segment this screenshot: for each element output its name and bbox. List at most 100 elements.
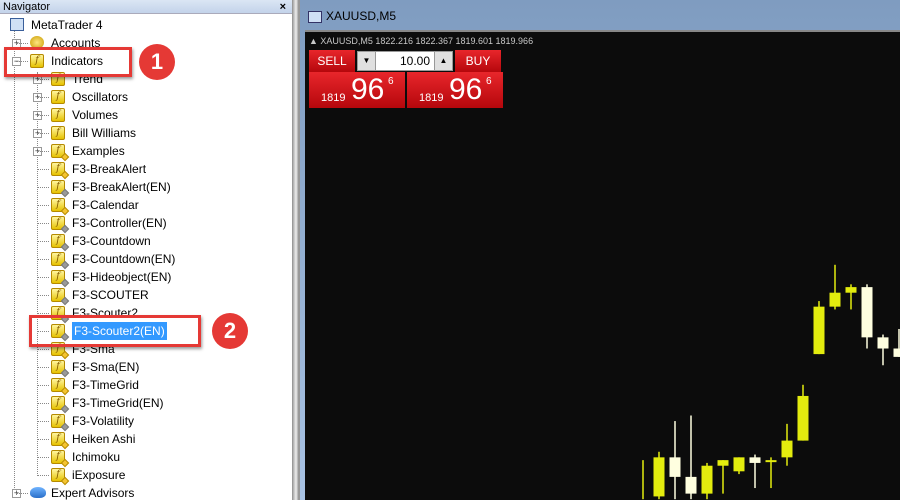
tree-item-label: MetaTrader 4 [31,16,103,34]
tree-item-indicator[interactable]: fF3-TimeGrid(EN) [0,394,290,412]
tree-connector [16,43,28,44]
indicator-icon: f [51,468,65,482]
ohlc-readout: ▲ XAUUSD,M5 1822.216 1822.367 1819.601 1… [309,36,533,46]
tree-connector [37,115,49,116]
tree-item-label: F3-Countdown [72,232,151,250]
lot-size-value[interactable]: 10.00 [400,54,430,68]
candle-body [894,349,900,357]
sell-price-button[interactable]: 1819 96 6 [309,72,405,108]
one-click-trading-panel: SELL ▼ 10.00 ▲ BUY 1819 96 6 1819 96 6 [309,50,501,108]
indicator-icon: f [51,180,65,194]
buy-price-button[interactable]: 1819 96 6 [407,72,503,108]
tree-connector [37,223,49,224]
tree-item-indicator[interactable]: f F3-Countdown(EN) [0,250,290,268]
chart-window: XAUUSD,M5 ▲ XAUUSD,M5 1822.216 1822.367 … [300,0,900,500]
tree-connector [37,295,49,296]
tree-item-group[interactable]: +fOscillators [0,88,290,106]
increase-lots-icon[interactable]: ▲ [434,52,452,70]
tree-connector [37,439,49,440]
tree-item-indicator[interactable]: f F3-Hideobject(EN) [0,268,290,286]
buy-price-big: 96 [449,73,482,107]
sell-price-prefix: 1819 [321,92,345,104]
tree-item-indicator[interactable]: f F3-Countdown [0,232,290,250]
indicator-icon: f [51,234,65,248]
buy-price-sup: 6 [486,76,492,87]
tree-item-label: F3-BreakAlert(EN) [72,178,171,196]
tree-connector [37,475,49,476]
candle-body [734,457,745,471]
tree-item-label: Volumes [72,106,118,124]
chart-window-icon [308,11,322,23]
indicator-icon: f [51,360,65,374]
tree-item-indicator[interactable]: f iExposure [0,466,290,484]
tree-item-group[interactable]: +fExamples [0,142,290,160]
tree-item-label: F3-TimeGrid(EN) [72,394,164,412]
close-icon[interactable]: × [280,0,286,14]
tree-item-group[interactable]: +fBill Williams [0,124,290,142]
tree-item-indicator[interactable]: fF3-Sma(EN) [0,358,290,376]
candle-body [718,460,729,466]
candle-body [798,396,809,441]
candle-body [846,287,857,293]
tree-connector [37,151,49,152]
navigator-title: Navigator [3,1,50,13]
lot-size-stepper[interactable]: ▼ 10.00 ▲ [357,51,453,71]
tree-item-indicator[interactable]: f F3-Volatility [0,412,290,430]
tree-item-indicator[interactable]: fHeiken Ashi [0,430,290,448]
price-chart[interactable]: ▲ XAUUSD,M5 1822.216 1822.367 1819.601 1… [305,30,900,500]
tree-connector [37,133,49,134]
indicator-icon: f [51,270,65,284]
indicator-icon: f [51,288,65,302]
navigator-title-bar: Navigator × [0,0,292,14]
tree-connector [37,169,49,170]
tree-item-label: F3-TimeGrid [72,376,139,394]
callout-badge-1: 1 [139,44,175,80]
tree-item-expert-advisors[interactable]: +Expert Advisors [0,484,290,502]
tree-item-indicator[interactable]: f F3-SCOUTER [0,286,290,304]
tree-item-indicator[interactable]: f F3-TimeGrid [0,376,290,394]
tree-item-metatrader[interactable]: MetaTrader 4 [0,16,290,34]
indicator-icon: f [51,414,65,428]
buy-price-prefix: 1819 [419,92,443,104]
indicator-icon: f [51,378,65,392]
tree-item-label: F3-Countdown(EN) [72,250,175,268]
candle-body [750,457,761,463]
candle-body [702,466,713,494]
tree-item-label: Bill Williams [72,124,136,142]
tree-item-indicator[interactable]: fF3-Calendar [0,196,290,214]
tree-item-indicator[interactable]: fF3-BreakAlert [0,160,290,178]
indicator-icon: f [51,108,65,122]
tree-connector [37,367,49,368]
tree-item-group[interactable]: +fVolumes [0,106,290,124]
indicator-icon: f [51,216,65,230]
sell-button[interactable]: SELL [309,50,355,72]
tree-item-label: F3-Hideobject(EN) [72,268,171,286]
tree-item-label: F3-SCOUTER [72,286,149,304]
chart-window-title: XAUUSD,M5 [308,9,396,23]
indicator-icon: f [51,252,65,266]
tree-connector [37,259,49,260]
tree-item-label: Ichimoku [72,448,120,466]
expert-advisor-icon [30,487,46,498]
tree-item-indicator[interactable]: f F3-Controller(EN) [0,214,290,232]
tree-item-label: F3-Volatility [72,412,134,430]
tree-item-label: Expert Advisors [51,484,134,502]
decrease-lots-icon[interactable]: ▼ [358,52,376,70]
tree-connector [37,205,49,206]
chart-title-text: XAUUSD,M5 [326,9,396,23]
candle-body [862,287,873,337]
tree-connector [37,457,49,458]
candle-body [654,457,665,496]
tree-item-indicator[interactable]: f F3-BreakAlert(EN) [0,178,290,196]
buy-button[interactable]: BUY [455,50,501,72]
callout-box-indicators [4,47,132,77]
tree-item-label: iExposure [72,466,125,484]
navigator-panel: Navigator × MetaTrader 4+Accounts−fIndic… [0,0,293,500]
tree-connector [37,385,49,386]
tree-item-label: F3-Controller(EN) [72,214,167,232]
tree-connector [16,493,28,494]
tree-item-label: Oscillators [72,88,128,106]
tree-item-indicator[interactable]: fIchimoku [0,448,290,466]
callout-badge-2: 2 [212,313,248,349]
indicator-icon: f [51,126,65,140]
